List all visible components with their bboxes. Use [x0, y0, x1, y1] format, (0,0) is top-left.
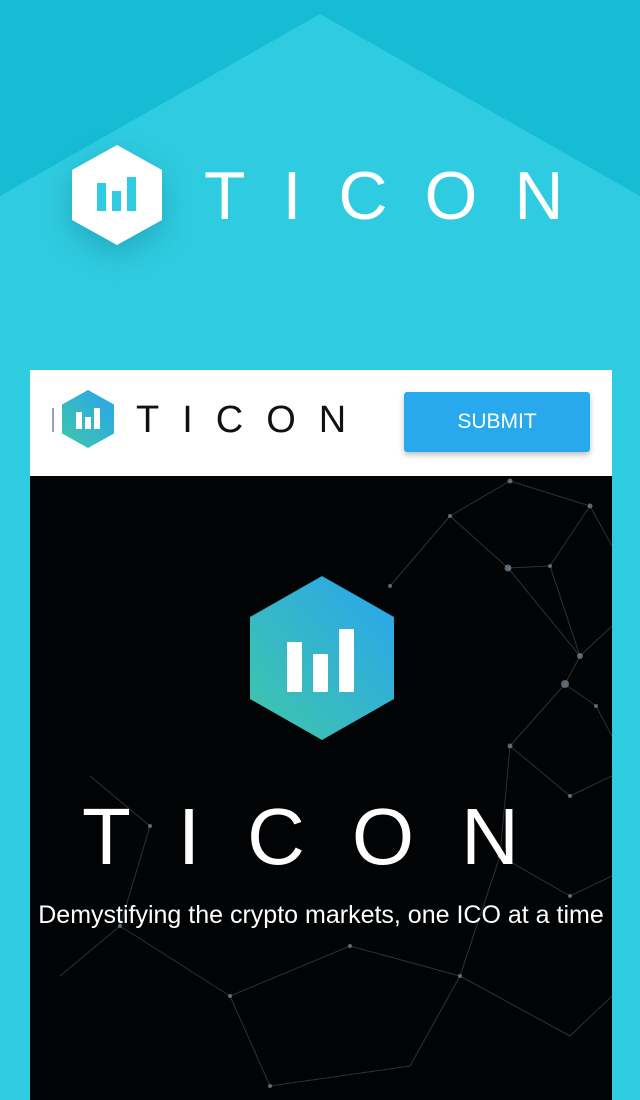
network-background [59, 478, 612, 1088]
site-preview: TICON SUBMIT TICON Demystifying the cryp… [30, 370, 612, 1100]
hero-tagline: Demystifying the crypto markets, one ICO… [38, 901, 604, 929]
hero-logo-icon [250, 576, 394, 740]
submit-button[interactable]: SUBMIT [404, 392, 590, 452]
hero-section: TICON Demystifying the crypto markets, o… [30, 476, 612, 1100]
nav-divider [52, 408, 54, 432]
nav-brand-wordmark[interactable]: TICON [136, 398, 369, 442]
site-navbar: TICON SUBMIT [30, 370, 612, 476]
nav-logo-icon[interactable] [62, 390, 114, 448]
brand-logo-icon [72, 145, 162, 245]
brand-wordmark: TICON [204, 158, 601, 234]
hero-title: TICON [82, 792, 566, 881]
